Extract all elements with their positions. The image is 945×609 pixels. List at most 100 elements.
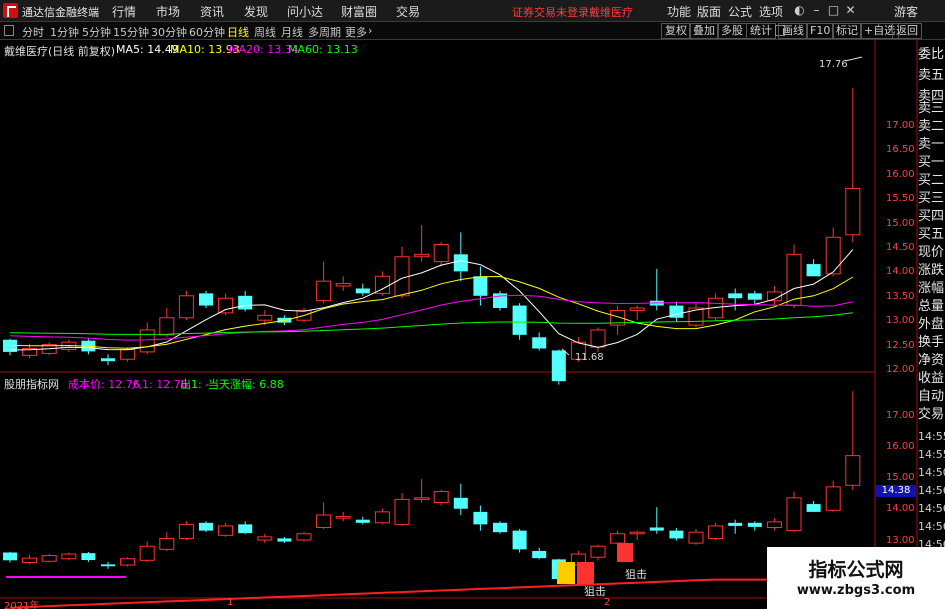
- ind-axis-tick: 16.00: [886, 441, 915, 452]
- ma60-label: MA60: 13.13: [288, 43, 358, 56]
- main-candle-up: [629, 307, 645, 311]
- main-candle-up: [120, 348, 136, 360]
- main-candle-down: [238, 295, 253, 310]
- time-label: 14:55: [918, 448, 945, 461]
- ind-candle-up: [845, 455, 861, 486]
- ind-candle-up: [688, 531, 704, 544]
- ind-candle-up: [257, 536, 273, 541]
- ind-candle-down: [532, 550, 547, 559]
- ind-candle-up: [629, 531, 645, 535]
- signal-label-1: 狙击: [584, 585, 606, 598]
- main-candle-up: [218, 297, 234, 314]
- axis-tick: 17.00: [886, 120, 915, 131]
- side-item[interactable]: 交易: [918, 404, 945, 425]
- time-label: 14:56: [918, 502, 945, 515]
- main-candle-down: [473, 276, 488, 296]
- ind-axis-tick: 15.00: [886, 472, 915, 483]
- month-label: 2: [604, 597, 611, 608]
- ind-candle-down: [101, 564, 115, 567]
- ind-candle-down: [512, 530, 527, 550]
- ind-candle-up: [590, 545, 606, 558]
- watermark-url: www.zbgs3.com: [796, 583, 916, 598]
- watermark-title: 指标公式网: [808, 559, 904, 581]
- axis-tick: 13.50: [886, 291, 915, 302]
- main-candle-down: [512, 305, 527, 335]
- high-price-label: 17.76: [819, 59, 848, 70]
- axis-tick: 13.00: [886, 315, 915, 326]
- low-price-label: 11.68: [575, 352, 604, 363]
- time-label: 14:50: [918, 466, 945, 479]
- axis-tick: 15.00: [886, 218, 915, 229]
- ind-candle-down: [493, 522, 507, 533]
- ind-candle-down: [199, 522, 213, 531]
- month-label: 1: [227, 597, 234, 608]
- ind-candle-up: [374, 511, 390, 524]
- ind-candle-up: [159, 537, 175, 550]
- time-label: 14:56: [918, 484, 945, 497]
- main-candle-up: [159, 317, 175, 336]
- main-candle-up: [845, 187, 861, 236]
- ind-candle-up: [178, 523, 194, 539]
- main-candle-up: [139, 329, 155, 353]
- ind-candle-down: [747, 522, 762, 527]
- ind-candle-down: [238, 524, 253, 534]
- axis-tick: 14.50: [886, 242, 915, 253]
- ind-candle-down: [728, 522, 743, 526]
- ind-candle-down: [355, 519, 370, 523]
- signal-yellow-bar: [557, 562, 575, 584]
- ind-candle-up: [825, 486, 841, 511]
- axis-tick: 14.00: [886, 266, 915, 277]
- ind-axis-tick: 14.00: [886, 503, 915, 514]
- side-item[interactable]: 委比: [918, 44, 945, 65]
- ma20-line: [9, 294, 853, 341]
- main-candle-up: [178, 295, 194, 319]
- ind-candle-up: [139, 545, 155, 561]
- time-label: 14:55: [918, 430, 945, 443]
- ind-candle-up: [708, 525, 724, 539]
- cost-price-label: 成本价: 12.76: [68, 378, 140, 391]
- ind-candle-up: [22, 557, 38, 563]
- time-label: 14:56: [918, 520, 945, 533]
- main-candle-up: [688, 307, 704, 326]
- date-axis: 2021年 1 2: [0, 597, 875, 609]
- main-candle-down: [199, 293, 213, 306]
- site-watermark: 指标公式网 www.zbgs3.com: [767, 547, 945, 609]
- signal-red-bar: [577, 562, 594, 584]
- main-candle-up: [414, 253, 430, 258]
- signal-red-bar: [617, 543, 633, 562]
- main-candle-down: [551, 350, 566, 382]
- main-candle-up: [433, 244, 449, 263]
- kline-chart[interactable]: [0, 0, 945, 609]
- ind-candle-up: [335, 516, 351, 519]
- indicator-name[interactable]: 股朋指标网: [4, 376, 59, 392]
- ind-candle-down: [473, 511, 488, 525]
- ind-candle-up: [786, 497, 802, 532]
- ind-candle-up: [610, 533, 626, 544]
- year-label: 2021年: [4, 601, 40, 609]
- ind-candle-down: [649, 527, 664, 531]
- ind-candle-up: [41, 555, 57, 562]
- axis-tick: 16.50: [886, 144, 915, 155]
- ind-candle-up: [316, 514, 332, 528]
- ind-candle-up: [766, 521, 782, 528]
- main-candle-up: [257, 314, 273, 321]
- ma60-line: [9, 312, 853, 335]
- main-candle-down: [453, 254, 468, 272]
- ind-candle-up: [61, 553, 77, 560]
- exit-label: 出1: -: [180, 378, 210, 391]
- axis-tick: 12.00: [886, 364, 915, 375]
- side-item[interactable]: 卖五: [918, 65, 945, 86]
- stock-title: 戴维医疗(日线 前复权): [4, 45, 116, 58]
- ind-axis-tick: 17.00: [886, 410, 915, 421]
- ma10-line: [9, 275, 854, 349]
- ind-candle-down: [81, 553, 96, 560]
- ind-candle-up: [120, 558, 136, 566]
- main-candle-up: [335, 283, 351, 287]
- ind-candle-up: [218, 525, 234, 536]
- main-candle-down: [532, 337, 547, 349]
- ind-candle-down: [669, 530, 684, 539]
- day-change-label: 当天涨幅: 6.88: [208, 378, 284, 391]
- ind-candle-down: [453, 497, 468, 509]
- main-candle-up: [316, 280, 332, 302]
- main-candle-down: [355, 288, 370, 294]
